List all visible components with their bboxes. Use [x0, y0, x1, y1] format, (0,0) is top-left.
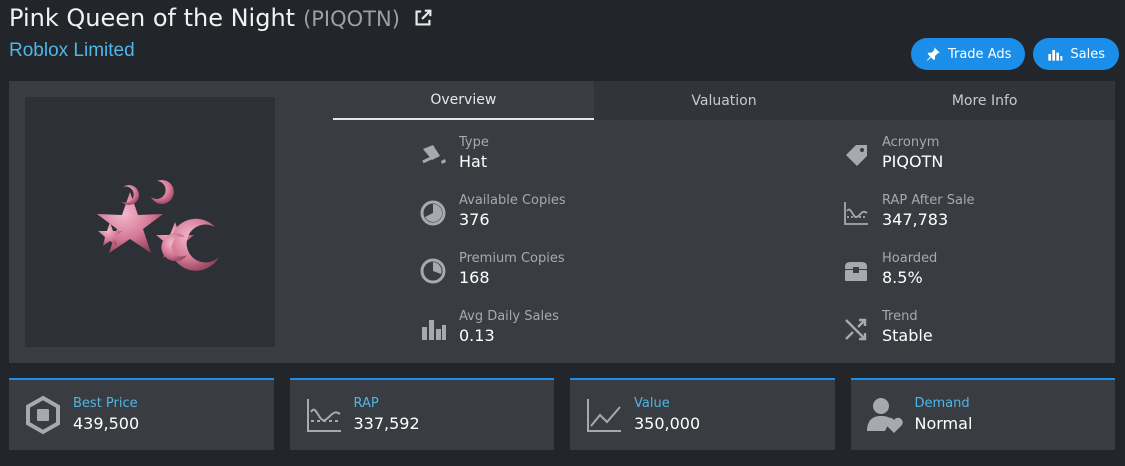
stat-acronym-label: Acronym — [882, 135, 940, 150]
card-rap: RAP 337,592 — [289, 378, 554, 450]
sales-button[interactable]: Sales — [1033, 38, 1119, 70]
stat-rap-after-sale-value: 347,783 — [882, 210, 949, 229]
stat-trend-label: Trend — [882, 309, 918, 324]
stats-right-column: Acronym PIQOTN RAP After Sale 347,783 Ho… — [842, 135, 975, 367]
bar-chart-icon — [1048, 50, 1063, 61]
pie-chart-icon — [420, 258, 446, 284]
external-link-icon[interactable] — [412, 7, 434, 29]
card-value-value: 350,000 — [634, 414, 701, 433]
stat-premium-copies-label: Premium Copies — [459, 251, 565, 266]
stat-premium-copies-value: 168 — [459, 268, 490, 287]
title-line: Pink Queen of the Night (PIQOTN) — [9, 4, 1119, 32]
stat-hoarded-value: 8.5% — [882, 268, 923, 287]
card-value: Value 350,000 — [570, 378, 835, 450]
curve-chart-icon — [844, 202, 868, 225]
trade-ads-button[interactable]: Trade Ads — [910, 38, 1026, 70]
stat-available-copies: Available Copies 376 — [419, 193, 566, 251]
stat-avg-daily-sales-value: 0.13 — [459, 326, 495, 345]
card-best-price-label: Best Price — [73, 396, 138, 411]
sales-label: Sales — [1070, 46, 1105, 62]
stat-rap-after-sale-label: RAP After Sale — [882, 193, 975, 208]
card-demand-value: Normal — [914, 414, 973, 433]
tab-more-info[interactable]: More Info — [854, 81, 1116, 120]
stat-available-copies-value: 376 — [459, 210, 490, 229]
shuffle-icon — [845, 318, 867, 341]
item-image — [97, 179, 219, 271]
stat-trend-value: Stable — [882, 326, 933, 345]
stat-trend: Trend Stable — [842, 309, 975, 367]
stat-premium-copies: Premium Copies 168 — [419, 251, 566, 309]
stat-hoarded: Hoarded 8.5% — [842, 251, 975, 309]
robux-icon — [26, 395, 60, 435]
item-acronym: (PIQOTN) — [303, 7, 400, 31]
stat-type-label: Type — [459, 135, 489, 150]
user-heart-icon — [866, 398, 903, 433]
tab-valuation[interactable]: Valuation — [593, 81, 855, 120]
item-thumbnail — [25, 97, 275, 347]
header-actions: Trade Ads Sales — [910, 38, 1119, 70]
trade-ads-label: Trade Ads — [947, 46, 1012, 62]
bar-chart-icon — [422, 320, 446, 340]
hat-icon — [422, 145, 446, 164]
card-rap-label: RAP — [353, 396, 379, 411]
stat-avg-daily-sales-label: Avg Daily Sales — [459, 309, 559, 324]
stats-left-column: Type Hat Available Copies 376 Premium Co… — [419, 135, 566, 367]
stat-hoarded-label: Hoarded — [882, 251, 938, 266]
item-tabs: Overview Valuation More Info — [333, 81, 1116, 120]
card-rap-value: 337,592 — [353, 414, 420, 433]
card-value-label: Value — [634, 396, 670, 411]
stat-acronym: Acronym PIQOTN — [842, 135, 975, 193]
card-demand: Demand Normal — [850, 378, 1115, 450]
tag-icon — [846, 145, 867, 166]
stat-acronym-value: PIQOTN — [882, 152, 944, 171]
item-overview-panel: Overview Valuation More Info Type Hat Av… — [9, 81, 1116, 363]
stat-avg-daily-sales: Avg Daily Sales 0.13 — [419, 309, 566, 367]
card-best-price: Best Price 439,500 — [9, 378, 274, 450]
stat-type: Type Hat — [419, 135, 566, 193]
line-chart-icon — [587, 399, 621, 432]
chest-icon — [845, 262, 867, 281]
tab-overview[interactable]: Overview — [333, 81, 594, 120]
pin-icon — [926, 47, 940, 61]
card-best-price-value: 439,500 — [73, 414, 140, 433]
summary-cards: Best Price 439,500 RAP 337,592 Value 350… — [9, 378, 1115, 450]
stat-available-copies-label: Available Copies — [459, 193, 566, 208]
card-demand-label: Demand — [914, 396, 970, 411]
pie-chart-icon — [420, 200, 446, 226]
item-header: Pink Queen of the Night (PIQOTN) Roblox … — [9, 4, 1119, 76]
stat-type-value: Hat — [459, 152, 488, 171]
curve-chart-icon — [306, 399, 341, 432]
stat-rap-after-sale: RAP After Sale 347,783 — [842, 193, 975, 251]
item-title: Pink Queen of the Night — [9, 4, 296, 32]
